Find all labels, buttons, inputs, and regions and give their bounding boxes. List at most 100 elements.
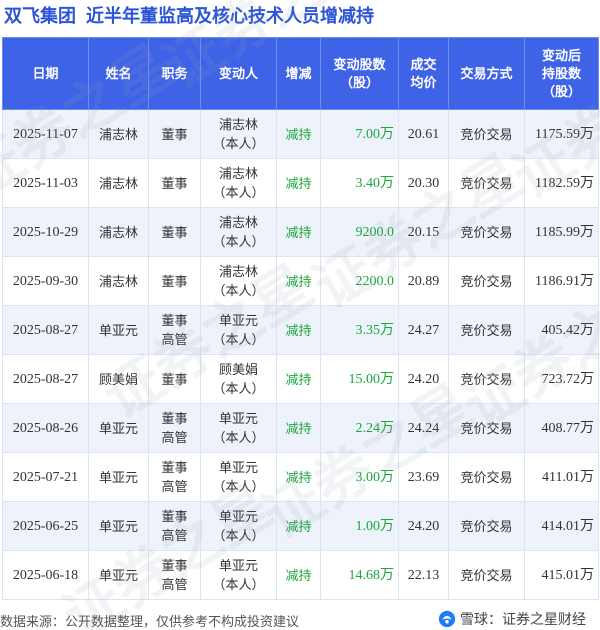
column-header-date: 日期 xyxy=(2,37,89,110)
cell-date: 2025-08-27 xyxy=(2,354,89,404)
cell-line: 高管 xyxy=(161,430,188,445)
cell-shares: 3.35万 xyxy=(320,305,399,355)
cell-direction: 减持 xyxy=(276,354,321,404)
cell-line: 浦志林 xyxy=(218,117,258,132)
cell-after: 1186.91万 xyxy=(524,256,599,306)
column-header-price: 成交 均价 xyxy=(398,37,449,110)
cell-actor: 单亚元 （本人） xyxy=(200,501,277,551)
cell-after: 408.77万 xyxy=(524,403,599,453)
column-header-name: 姓名 xyxy=(88,37,149,110)
cell-mode: 竞价交易 xyxy=(448,501,525,551)
cell-direction: 减持 xyxy=(276,207,321,257)
cell-shares: 7.00万 xyxy=(320,109,399,159)
table-row: 2025-11-03 浦志林 董事 浦志林 （本人） 减持 3.40万 20.30 竞价交易 11… xyxy=(2,158,599,208)
cell-mode: 竞价交易 xyxy=(448,403,525,453)
cell-shares: 3.40万 xyxy=(320,158,399,208)
cell-direction: 减持 xyxy=(276,550,321,600)
cell-line: 董事 xyxy=(161,371,188,387)
cell-mode: 竞价交易 xyxy=(448,354,525,404)
cell-line: 董事 xyxy=(161,558,188,573)
column-header-line: 均价 xyxy=(410,74,437,90)
cell-shares: 2200.0 xyxy=(320,256,399,306)
cell-date: 2025-10-29 xyxy=(2,207,89,257)
table-row: 2025-06-18 单亚元 董事 高管 单亚元 （本人） 减持 14.68万 22.13 竞价交… xyxy=(2,550,599,600)
cell-name: 浦志林 xyxy=(88,256,149,306)
column-header-line: 日期 xyxy=(32,65,59,81)
cell-mode: 竞价交易 xyxy=(448,305,525,355)
cell-line: 浦志林 xyxy=(218,215,258,230)
cell-price: 20.89 xyxy=(398,256,449,306)
cell-line: （本人） xyxy=(212,332,265,347)
cell-direction: 减持 xyxy=(276,403,321,453)
column-header-line: （股） xyxy=(541,83,581,99)
cell-line: 顾美娟 xyxy=(218,362,258,377)
cell-shares: 14.68万 xyxy=(320,550,399,600)
table-row: 2025-08-27 单亚元 董事 高管 单亚元 （本人） 减持 3.35万 24.27 竞价交易… xyxy=(2,305,599,355)
cell-after: 1182.59万 xyxy=(524,158,599,208)
cell-price: 24.27 xyxy=(398,305,449,355)
cell-line: 单亚元 xyxy=(218,313,258,328)
cell-after: 1185.99万 xyxy=(524,207,599,257)
brand-label: 雪球：证券之星财经 xyxy=(460,611,586,627)
cell-name: 单亚元 xyxy=(88,550,149,600)
cell-shares: 2.24万 xyxy=(320,403,399,453)
column-header-line: 职务 xyxy=(161,65,188,81)
cell-line: 董事 xyxy=(161,509,188,524)
cell-actor: 顾美娟 （本人） xyxy=(200,354,277,404)
cell-price: 24.20 xyxy=(398,501,449,551)
cell-line: 董事 xyxy=(161,460,188,475)
snowball-icon xyxy=(438,610,456,628)
cell-direction: 减持 xyxy=(276,305,321,355)
cell-position: 董事 高管 xyxy=(148,305,201,355)
column-header-mode: 交易方式 xyxy=(448,37,525,110)
cell-line: 单亚元 xyxy=(218,558,258,573)
cell-direction: 减持 xyxy=(276,501,321,551)
cell-direction: 减持 xyxy=(276,158,321,208)
cell-line: 高管 xyxy=(161,528,188,543)
cell-actor: 浦志林 （本人） xyxy=(200,207,277,257)
cell-price: 24.20 xyxy=(398,354,449,404)
cell-line: 浦志林 xyxy=(218,264,258,279)
page-title: 双飞集团 近半年董监高及核心技术人员增减持 xyxy=(0,0,600,30)
cell-position: 董事 xyxy=(148,256,201,306)
cell-position: 董事 xyxy=(148,354,201,404)
cell-after: 723.72万 xyxy=(524,354,599,404)
column-header-actor: 变动人 xyxy=(200,37,277,110)
cell-name: 单亚元 xyxy=(88,403,149,453)
table-row: 2025-09-30 浦志林 董事 浦志林 （本人） 减持 2200.0 20.89 竞价交易 1… xyxy=(2,256,599,306)
table-header-row: 日期 姓名 职务 变动人 增减 变动股数 （股） 成交 均价 交易方式 变动后 持股数 （股） xyxy=(2,37,599,110)
data-source-note: 数据来源：公开数据整理，仅供参考不构成投资建议 xyxy=(0,614,300,629)
cell-after: 405.42万 xyxy=(524,305,599,355)
cell-line: 单亚元 xyxy=(218,411,258,426)
cell-name: 浦志林 xyxy=(88,109,149,159)
table-row: 2025-10-29 浦志林 董事 浦志林 （本人） 减持 9200.0 20.15 竞价交易 1… xyxy=(2,207,599,257)
cell-line: （本人） xyxy=(212,577,265,592)
column-header-direction: 增减 xyxy=(276,37,321,110)
cell-mode: 竞价交易 xyxy=(448,158,525,208)
insider-trading-table: 日期 姓名 职务 变动人 增减 变动股数 （股） 成交 均价 交易方式 变动后 持股数 （股） 2025… xyxy=(2,37,599,600)
table-title: 近半年董监高及核心技术人员增减持 xyxy=(86,6,374,26)
column-header-line: （股） xyxy=(339,74,379,90)
cell-line: 高管 xyxy=(161,332,188,347)
cell-date: 2025-09-30 xyxy=(2,256,89,306)
cell-after: 415.01万 xyxy=(524,550,599,600)
cell-price: 20.61 xyxy=(398,109,449,159)
cell-after: 414.01万 xyxy=(524,501,599,551)
column-header-line: 成交 xyxy=(410,56,437,72)
cell-date: 2025-08-26 xyxy=(2,403,89,453)
cell-actor: 单亚元 （本人） xyxy=(200,403,277,453)
cell-name: 浦志林 xyxy=(88,207,149,257)
table-body: 2025-11-07 浦志林 董事 浦志林 （本人） 减持 7.00万 20.61 竞价交易 11… xyxy=(2,109,599,600)
cell-position: 董事 xyxy=(148,109,201,159)
cell-shares: 9200.0 xyxy=(320,207,399,257)
cell-line: （本人） xyxy=(212,381,265,396)
cell-mode: 竞价交易 xyxy=(448,109,525,159)
table-row: 2025-08-26 单亚元 董事 高管 单亚元 （本人） 减持 2.24万 24.24 竞价交易… xyxy=(2,403,599,453)
cell-line: 董事 xyxy=(161,273,188,289)
table-row: 2025-08-27 顾美娟 董事 顾美娟 （本人） 减持 15.00万 24.20 竞价交易 7… xyxy=(2,354,599,404)
cell-name: 顾美娟 xyxy=(88,354,149,404)
cell-line: 单亚元 xyxy=(218,460,258,475)
column-header-line: 变动后 xyxy=(541,47,581,63)
cell-line: 浦志林 xyxy=(218,166,258,181)
cell-name: 单亚元 xyxy=(88,305,149,355)
